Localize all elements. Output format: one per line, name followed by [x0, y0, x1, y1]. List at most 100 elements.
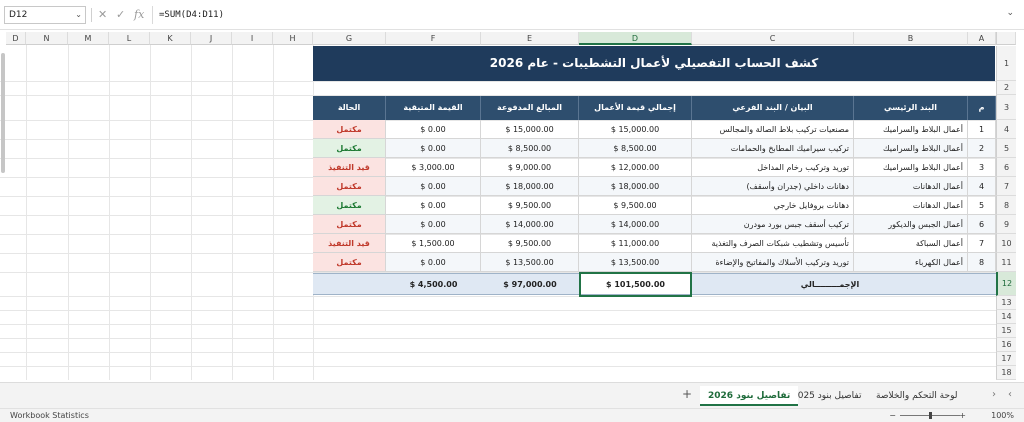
cell-main-item[interactable]: أعمال السباكة [854, 234, 968, 253]
total-remaining[interactable]: $ 4,500.00 [386, 273, 481, 295]
header-main-item[interactable]: البند الرئيسي [854, 96, 968, 120]
cell-main-item[interactable]: أعمال الكهرباء [854, 253, 968, 272]
zoom-level[interactable]: 100% [991, 409, 1014, 422]
col-header[interactable]: G [313, 32, 386, 45]
row-number[interactable]: 18 [996, 366, 1016, 380]
col-header[interactable]: M [68, 32, 109, 45]
col-header[interactable]: H [273, 32, 313, 45]
col-header[interactable]: F [386, 32, 481, 45]
cell-remaining[interactable]: $ 0.00 [386, 139, 481, 158]
cell-sub-item[interactable]: دهانات داخلي (جدران وأسقف) [692, 177, 854, 196]
chevron-down-icon[interactable]: ⌄ [75, 7, 82, 23]
col-header[interactable]: A [968, 32, 996, 45]
tab-next-icon[interactable]: › [992, 389, 996, 400]
cell-paid[interactable]: $ 13,500.00 [481, 253, 579, 272]
cell-main-item[interactable]: أعمال البلاط والسراميك [854, 120, 968, 139]
header-no[interactable]: م [968, 96, 996, 120]
row-number[interactable]: 16 [996, 338, 1016, 352]
cell-sub-item[interactable]: تركيب أسقف جبس بورد مودرن [692, 215, 854, 234]
header-paid[interactable]: المبالغ المدفوعة [481, 96, 579, 120]
select-all-corner[interactable] [996, 32, 1016, 45]
cell-sub-item[interactable]: تأسيس وتشطيب شبكات الصرف والتغذية [692, 234, 854, 253]
cell-sub-item[interactable]: مصنعيات تركيب بلاط الصالة والمجالس [692, 120, 854, 139]
row-number[interactable]: 10 [996, 234, 1016, 253]
cell-status[interactable]: قيد التنفيذ [313, 158, 386, 177]
vertical-scrollbar[interactable] [0, 45, 6, 185]
cell-total-value[interactable]: $ 14,000.00 [579, 215, 692, 234]
add-sheet-button[interactable]: + [682, 387, 692, 401]
row-number[interactable]: 7 [996, 177, 1016, 196]
row-number[interactable]: 13 [996, 296, 1016, 310]
cell-status[interactable]: قيد التنفيذ [313, 234, 386, 253]
workbook-statistics[interactable]: Workbook Statistics [10, 409, 89, 422]
cell-total-value[interactable]: $ 11,000.00 [579, 234, 692, 253]
cell-total-value[interactable]: $ 12,000.00 [579, 158, 692, 177]
cell-remaining[interactable]: $ 0.00 [386, 215, 481, 234]
cell-no[interactable]: 7 [968, 234, 996, 253]
function-icon[interactable]: fx [134, 7, 144, 23]
col-header[interactable]: D [6, 32, 26, 45]
cell-remaining[interactable]: $ 1,500.00 [386, 234, 481, 253]
col-header-selected[interactable]: D [579, 32, 692, 45]
sheet-tab-dashboard[interactable]: لوحة التحكم والخلاصة [868, 386, 965, 406]
page-title[interactable]: كشف الحساب التفصيلي لأعمال التشطيبات - ع… [313, 46, 995, 81]
cell-total-value[interactable]: $ 8,500.00 [579, 139, 692, 158]
cell-remaining[interactable]: $ 3,000.00 [386, 158, 481, 177]
cell-status[interactable]: مكتمل [313, 196, 386, 215]
row-number[interactable]: 14 [996, 310, 1016, 324]
cell-sub-item[interactable]: دهانات بروفايل خارجي [692, 196, 854, 215]
cell-paid[interactable]: $ 9,500.00 [481, 196, 579, 215]
cell-sub-item[interactable]: توريد وتركيب الأسلاك والمفاتيح والإضاءة [692, 253, 854, 272]
cell-no[interactable]: 2 [968, 139, 996, 158]
col-header[interactable]: E [481, 32, 579, 45]
cell-status[interactable]: مكتمل [313, 120, 386, 139]
formula-input[interactable]: =SUM(D4:D11) [152, 6, 998, 24]
col-header[interactable]: J [191, 32, 232, 45]
col-header[interactable]: L [109, 32, 150, 45]
row-number[interactable]: 9 [996, 215, 1016, 234]
total-no-cell[interactable] [968, 273, 996, 295]
row-number[interactable]: 2 [996, 81, 1016, 95]
cell-sub-item[interactable]: تركيب سيراميك المطابخ والحمامات [692, 139, 854, 158]
col-header[interactable]: B [854, 32, 968, 45]
row-number-selected[interactable]: 12 [996, 272, 1016, 296]
zoom-in-button[interactable]: + [959, 409, 966, 422]
row-number[interactable]: 6 [996, 158, 1016, 177]
cell-paid[interactable]: $ 14,000.00 [481, 215, 579, 234]
total-paid[interactable]: $ 97,000.00 [481, 273, 579, 295]
cell-no[interactable]: 3 [968, 158, 996, 177]
header-total-value[interactable]: إجمالي قيمة الأعمال [579, 96, 692, 120]
cell-main-item[interactable]: أعمال البلاط والسراميك [854, 139, 968, 158]
cell-sub-item[interactable]: توريد وتركيب رخام المداخل [692, 158, 854, 177]
cell-remaining[interactable]: $ 0.00 [386, 120, 481, 139]
cell-remaining[interactable]: $ 0.00 [386, 196, 481, 215]
col-header[interactable]: I [232, 32, 273, 45]
cell-status[interactable]: مكتمل [313, 177, 386, 196]
row-number[interactable]: 17 [996, 352, 1016, 366]
row-number[interactable]: 3 [996, 95, 1016, 120]
sheet-tab-2026[interactable]: تفاصيل بنود 2026 [700, 386, 799, 406]
cell-status[interactable]: مكتمل [313, 139, 386, 158]
row-number[interactable]: 8 [996, 196, 1016, 215]
row-number[interactable]: 5 [996, 139, 1016, 158]
cell-main-item[interactable]: أعمال البلاط والسراميك [854, 158, 968, 177]
confirm-icon[interactable]: ✓ [116, 7, 125, 23]
cancel-icon[interactable]: ✕ [98, 7, 107, 23]
zoom-out-button[interactable]: − [889, 409, 896, 422]
tab-prev-icon[interactable]: ‹ [1008, 389, 1012, 400]
cell-paid[interactable]: $ 9,000.00 [481, 158, 579, 177]
name-box[interactable]: D12 ⌄ [4, 6, 86, 24]
row-number[interactable]: 4 [996, 120, 1016, 139]
row-number[interactable]: 15 [996, 324, 1016, 338]
cell-total-value[interactable]: $ 9,500.00 [579, 196, 692, 215]
cell-remaining[interactable]: $ 0.00 [386, 253, 481, 272]
expand-formula-icon[interactable]: ⌄ [1006, 8, 1014, 18]
cell-no[interactable]: 6 [968, 215, 996, 234]
row-number[interactable]: 1 [996, 46, 1016, 81]
col-header[interactable]: C [692, 32, 854, 45]
cell-status[interactable]: مكتمل [313, 253, 386, 272]
header-status[interactable]: الحالة [313, 96, 386, 120]
header-remaining[interactable]: القيمة المتبقية [386, 96, 481, 120]
scrollbar-thumb[interactable] [1, 53, 5, 173]
cell-main-item[interactable]: أعمال الجبس والديكور [854, 215, 968, 234]
